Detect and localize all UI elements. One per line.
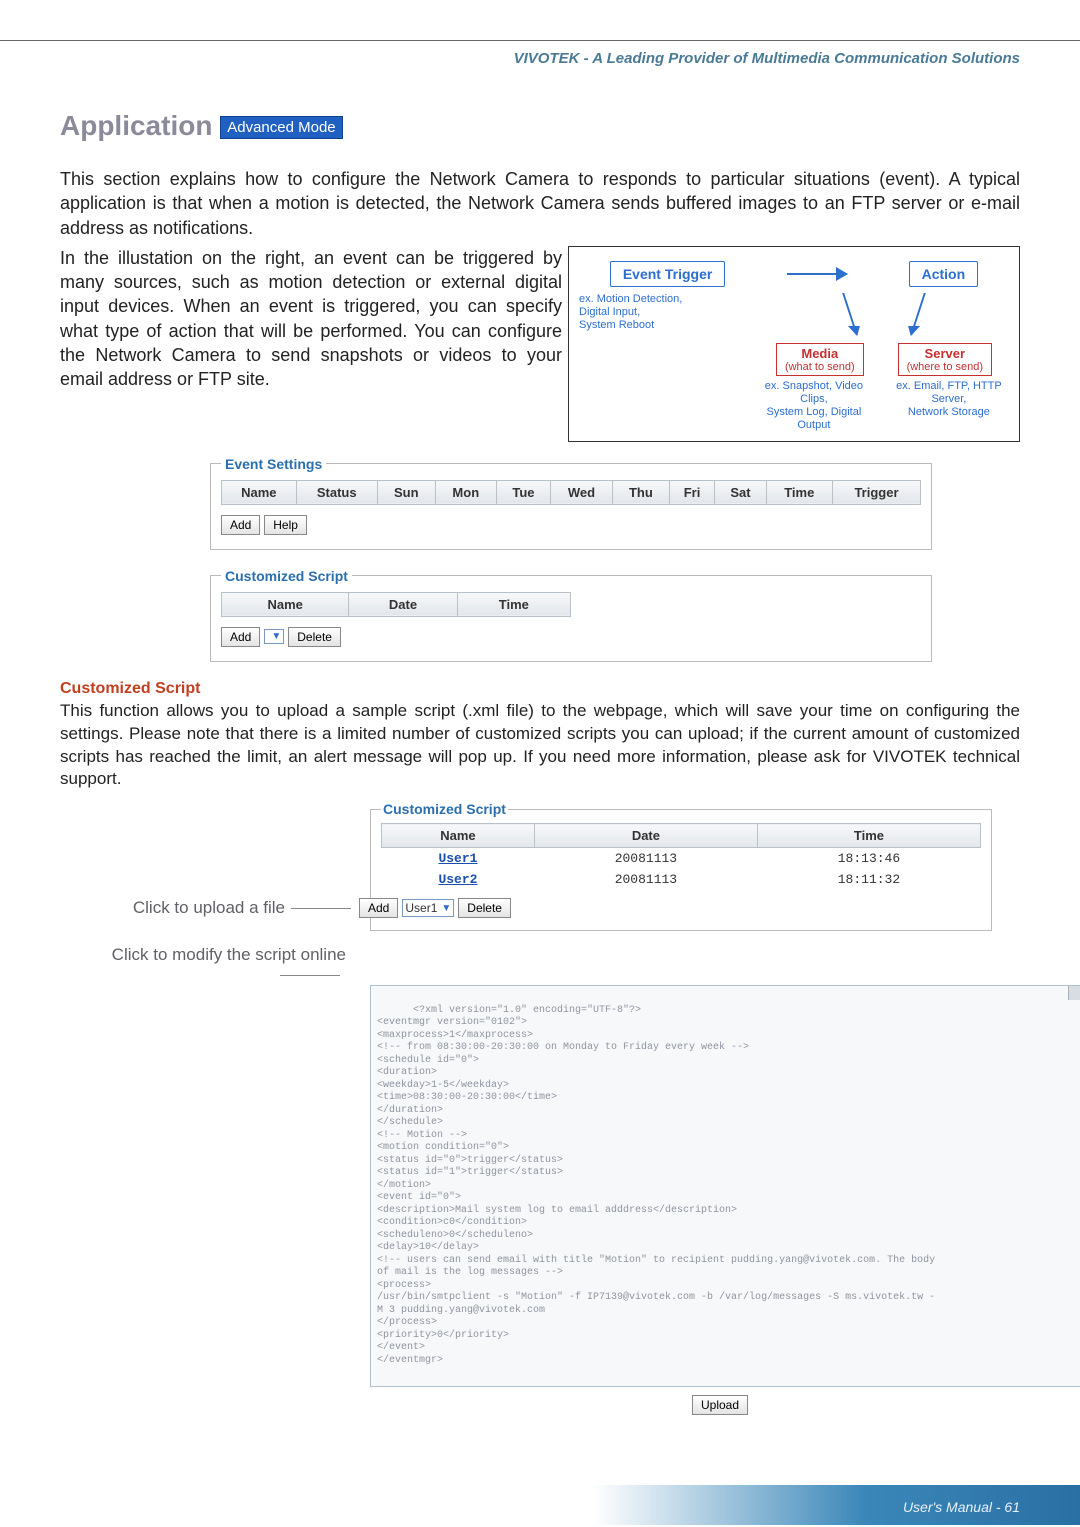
col-time: Time [766, 480, 832, 504]
col-mon: Mon [435, 480, 496, 504]
intro-para-1: This section explains how to configure t… [60, 167, 1020, 240]
cs2-r0-date: 20081113 [534, 848, 757, 870]
script-xml-textarea[interactable]: <?xml version="1.0" encoding="UTF-8"?> <… [370, 985, 1080, 1387]
script-xml-content: <?xml version="1.0" encoding="UTF-8"?> <… [377, 1005, 935, 1366]
customized-script-table-2: Name Date Time User1 20081113 18:13:46 U… [381, 823, 981, 890]
diagram-media-title: Media [785, 346, 855, 361]
upload-file-label: Click to upload a file [71, 898, 359, 918]
arrow-right-icon [787, 273, 847, 275]
cs2-delete-button[interactable]: Delete [458, 898, 511, 918]
diagram-media-example: ex. Snapshot, Video Clips, System Log, D… [759, 380, 869, 433]
diagram-media-sub: (what to send) [785, 361, 855, 373]
scrollbar-up-icon[interactable] [1068, 986, 1080, 1000]
chevron-down-icon: ▼ [271, 631, 281, 642]
leader-line-icon [291, 908, 351, 909]
cs2-select-value: User1 [405, 901, 437, 915]
cs1-add-button[interactable]: Add [221, 627, 260, 647]
customized-script-panel-1: Customized Script Name Date Time Add ▼ D… [210, 568, 932, 662]
customized-script-heading: Customized Script [60, 680, 1020, 698]
cs1-script-select[interactable]: ▼ [264, 629, 284, 644]
cs2-r0-time: 18:13:46 [757, 848, 980, 870]
cs2-script-select[interactable]: User1 ▼ [402, 899, 454, 917]
cs1-delete-button[interactable]: Delete [288, 627, 341, 647]
col-thu: Thu [612, 480, 669, 504]
col-sun: Sun [377, 480, 435, 504]
customized-script-legend-1: Customized Script [221, 568, 352, 584]
cs2-col-name: Name [382, 824, 535, 848]
advanced-mode-badge: Advanced Mode [220, 116, 342, 139]
event-action-diagram: Event Trigger Action ex. Motion Detectio… [568, 246, 1020, 442]
cs1-col-name: Name [222, 592, 349, 616]
table-row: User2 20081113 18:11:32 [382, 869, 981, 890]
event-settings-table: Name Status Sun Mon Tue Wed Thu Fri Sat … [221, 480, 921, 505]
col-fri: Fri [669, 480, 715, 504]
diagram-action-box: Action [909, 261, 979, 287]
cs1-col-time: Time [457, 592, 570, 616]
arrow-down-left-icon [842, 293, 858, 335]
footer-page-label: User's Manual - 61 [903, 1499, 1020, 1515]
intro-para-2: In the illustation on the right, an even… [60, 246, 562, 392]
chevron-down-icon: ▼ [441, 903, 451, 914]
diagram-server-sub: (where to send) [907, 361, 983, 373]
event-help-button[interactable]: Help [264, 515, 307, 535]
col-name: Name [222, 480, 297, 504]
modify-script-label: Click to modify the script online [60, 945, 348, 985]
col-sat: Sat [715, 480, 766, 504]
upload-button[interactable]: Upload [692, 1395, 748, 1415]
arrow-down-right-icon [910, 293, 926, 335]
page-title-text: Application [60, 110, 212, 141]
customized-script-table-1: Name Date Time [221, 592, 571, 617]
cs2-r1-date: 20081113 [534, 869, 757, 890]
cs1-col-date: Date [349, 592, 457, 616]
diagram-server-box: Server (where to send) [898, 343, 992, 376]
col-wed: Wed [551, 480, 613, 504]
customized-script-panel-2: Customized Script Name Date Time User1 2… [370, 801, 992, 931]
customized-script-para: This function allows you to upload a sam… [60, 700, 1020, 792]
table-row: User1 20081113 18:13:46 [382, 848, 981, 870]
col-trigger: Trigger [832, 480, 920, 504]
diagram-server-example: ex. Email, FTP, HTTP Server, Network Sto… [889, 380, 1009, 433]
diagram-server-title: Server [907, 346, 983, 361]
script-link-user2[interactable]: User2 [438, 872, 477, 887]
script-link-user1[interactable]: User1 [438, 851, 477, 866]
leader-line-icon [280, 975, 340, 976]
cs2-r1-time: 18:11:32 [757, 869, 980, 890]
cs2-col-time: Time [757, 824, 980, 848]
event-settings-legend: Event Settings [221, 456, 326, 472]
diagram-event-trigger-box: Event Trigger [610, 261, 725, 287]
customized-script-legend-2: Customized Script [381, 801, 508, 817]
diagram-trigger-example: ex. Motion Detection, Digital Input, Sys… [579, 293, 759, 333]
cs2-col-date: Date [534, 824, 757, 848]
event-add-button[interactable]: Add [221, 515, 260, 535]
col-status: Status [296, 480, 377, 504]
diagram-media-box: Media (what to send) [776, 343, 864, 376]
header-brand: VIVOTEK - A Leading Provider of Multimed… [514, 50, 1020, 67]
col-tue: Tue [496, 480, 550, 504]
page-title: Application Advanced Mode [60, 110, 1020, 142]
event-settings-panel: Event Settings Name Status Sun Mon Tue W… [210, 456, 932, 550]
cs2-add-button[interactable]: Add [359, 898, 398, 918]
